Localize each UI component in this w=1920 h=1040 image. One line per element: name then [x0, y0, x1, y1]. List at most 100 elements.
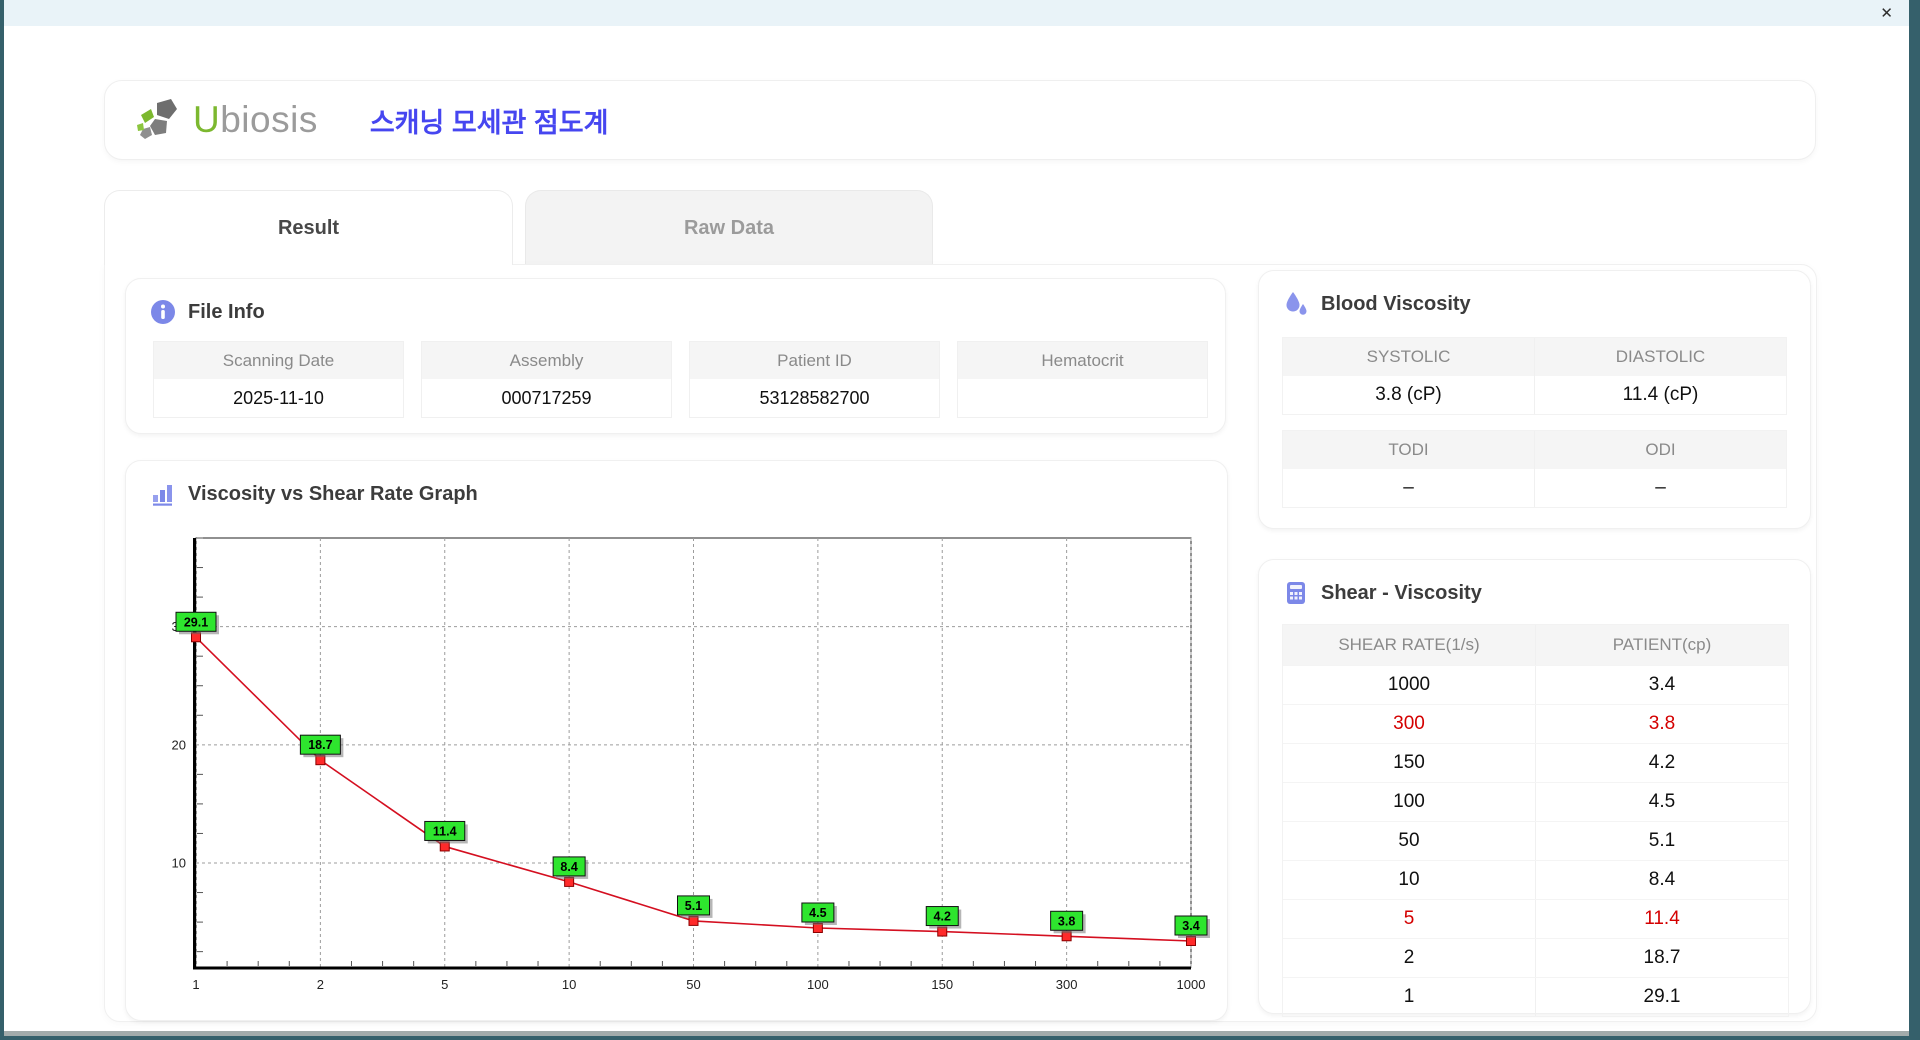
svg-text:11.4: 11.4 — [433, 824, 457, 838]
ubiosis-logo-icon — [137, 99, 177, 139]
blood-viscosity-heading: Blood Viscosity — [1321, 292, 1471, 315]
table-header-row: SHEAR RATE(1/s) PATIENT(cp) — [1283, 625, 1788, 665]
file-info-field: Patient ID 53128582700 — [689, 341, 940, 418]
svg-text:300: 300 — [1056, 977, 1078, 992]
app-header: Ubiosis 스캐닝 모세관 점도계 — [104, 80, 1816, 160]
file-info-field: Hematocrit — [957, 341, 1208, 418]
shear-viscosity-card: Shear - Viscosity SHEAR RATE(1/s) PATIENT… — [1258, 559, 1811, 1017]
tab-raw-data[interactable]: Raw Data — [525, 190, 933, 265]
patient-cell: 11.4 — [1535, 900, 1788, 938]
svg-text:3.4: 3.4 — [1182, 919, 1199, 933]
field-value: 2025-11-10 — [233, 387, 324, 408]
patient-cell: 4.2 — [1535, 744, 1788, 782]
column-header: PATIENT(cp) — [1535, 625, 1788, 665]
blood-viscosity-group: TODI ODI – – — [1282, 430, 1787, 508]
svg-text:29.1: 29.1 — [184, 615, 208, 629]
tab-result[interactable]: Result — [104, 190, 513, 265]
metric-value: 11.4 (cP) — [1534, 376, 1786, 414]
file-info-card: File Info Scanning Date 2025-11-10 Assembl… — [125, 278, 1226, 434]
blood-drops-icon — [1286, 292, 1307, 315]
table-row: 300 3.8 — [1283, 704, 1788, 743]
table-row: 50 5.1 — [1283, 821, 1788, 860]
svg-text:3.8: 3.8 — [1058, 914, 1075, 928]
shear-rate-cell: 300 — [1393, 713, 1425, 734]
table-row: 1 29.1 — [1283, 977, 1788, 1016]
file-info-fields: Scanning Date 2025-11-10 Assembly 000717259… — [153, 341, 1208, 418]
patient-cell: 4.5 — [1535, 783, 1788, 821]
svg-text:50: 50 — [686, 977, 700, 992]
shear-rate-cell: 5 — [1403, 908, 1415, 929]
svg-text:100: 100 — [807, 977, 829, 992]
field-value: 53128582700 — [759, 387, 870, 408]
shear-rate-cell: 1000 — [1387, 674, 1431, 695]
patient-cell: 3.8 — [1535, 705, 1788, 743]
file-info-field: Assembly 000717259 — [421, 341, 672, 418]
table-row: 5 11.4 — [1283, 899, 1788, 938]
metric-label: DIASTOLIC — [1534, 338, 1786, 376]
svg-text:10: 10 — [172, 856, 186, 871]
svg-text:5: 5 — [441, 977, 448, 992]
shear-rate-cell: 10 — [1398, 869, 1420, 890]
svg-text:4.2: 4.2 — [934, 910, 951, 924]
metric-label: TODI — [1283, 431, 1534, 469]
window-close-button[interactable]: ✕ — [1880, 6, 1893, 21]
shear-rate-cell: 1 — [1403, 986, 1415, 1007]
graph-heading: Viscosity vs Shear Rate Graph — [188, 482, 478, 505]
column-header: SHEAR RATE(1/s) — [1283, 625, 1535, 665]
svg-text:150: 150 — [931, 977, 953, 992]
brand-letter-u: U — [193, 99, 221, 140]
table-row: 2 18.7 — [1283, 938, 1788, 977]
svg-text:4.5: 4.5 — [809, 906, 826, 920]
file-info-heading: File Info — [188, 300, 265, 323]
table-row: 150 4.2 — [1283, 743, 1788, 782]
table-row: 1000 3.4 — [1283, 665, 1788, 704]
patient-cell: 5.1 — [1535, 822, 1788, 860]
file-info-field: Scanning Date 2025-11-10 — [153, 341, 404, 418]
brand-rest: biosis — [220, 99, 318, 140]
shear-rate-cell: 150 — [1393, 752, 1425, 773]
field-label: Scanning Date — [154, 342, 403, 379]
metric-label: SYSTOLIC — [1283, 338, 1534, 376]
metric-label: ODI — [1534, 431, 1786, 469]
shear-rate-cell: 100 — [1393, 791, 1425, 812]
viscosity-shear-chart: 1020301251050100150300100029.118.711.48.… — [172, 537, 1210, 992]
label-row: TODI ODI — [1283, 431, 1786, 469]
brand-text: Ubiosis — [193, 99, 318, 141]
blood-viscosity-card: Blood Viscosity SYSTOLIC DIASTOLIC 3.8 (cP… — [1258, 270, 1811, 529]
ubiosis-logo: Ubiosis — [135, 97, 318, 143]
blood-viscosity-group: SYSTOLIC DIASTOLIC 3.8 (cP) 11.4 (cP) — [1282, 337, 1787, 415]
svg-text:1: 1 — [192, 977, 199, 992]
metric-value: 3.8 (cP) — [1375, 384, 1442, 405]
field-label: Assembly — [422, 342, 671, 379]
bar-chart-icon — [153, 485, 172, 506]
patient-cell: 18.7 — [1535, 939, 1788, 977]
field-value: 000717259 — [501, 387, 592, 408]
metric-value: – — [1403, 477, 1414, 498]
svg-text:18.7: 18.7 — [308, 738, 332, 752]
shear-viscosity-heading: Shear - Viscosity — [1321, 581, 1482, 604]
viscosity-graph-card: Viscosity vs Shear Rate Graph 1020301251… — [125, 460, 1228, 1021]
app-title: 스캐닝 모세관 점도계 — [369, 107, 609, 138]
patient-cell: 29.1 — [1535, 978, 1788, 1016]
label-row: SYSTOLIC DIASTOLIC — [1283, 338, 1786, 376]
metric-value: – — [1534, 469, 1786, 507]
shear-rate-cell: 2 — [1403, 947, 1415, 968]
window-titlebar: ✕ — [4, 0, 1909, 26]
field-label: Patient ID — [690, 342, 939, 379]
svg-text:8.4: 8.4 — [560, 860, 577, 874]
shear-viscosity-table: SHEAR RATE(1/s) PATIENT(cp) 1000 3.4 300 3.8 1… — [1282, 624, 1789, 1017]
svg-text:2: 2 — [317, 977, 324, 992]
field-value — [958, 379, 1207, 417]
svg-text:20: 20 — [172, 737, 186, 752]
shear-rate-cell: 50 — [1398, 830, 1420, 851]
patient-cell: 3.4 — [1535, 666, 1788, 704]
value-row: – – — [1283, 469, 1786, 507]
result-tab-panel: File Info Scanning Date 2025-11-10 Assembl… — [104, 264, 1817, 1022]
info-icon — [151, 300, 175, 324]
patient-cell: 8.4 — [1535, 861, 1788, 899]
calculator-icon — [1287, 582, 1305, 604]
field-label: Hematocrit — [958, 342, 1207, 379]
svg-text:5.1: 5.1 — [685, 899, 702, 913]
svg-text:1000: 1000 — [1177, 977, 1206, 992]
blood-viscosity-table: SYSTOLIC DIASTOLIC 3.8 (cP) 11.4 (cP) TODI OD… — [1282, 337, 1787, 523]
